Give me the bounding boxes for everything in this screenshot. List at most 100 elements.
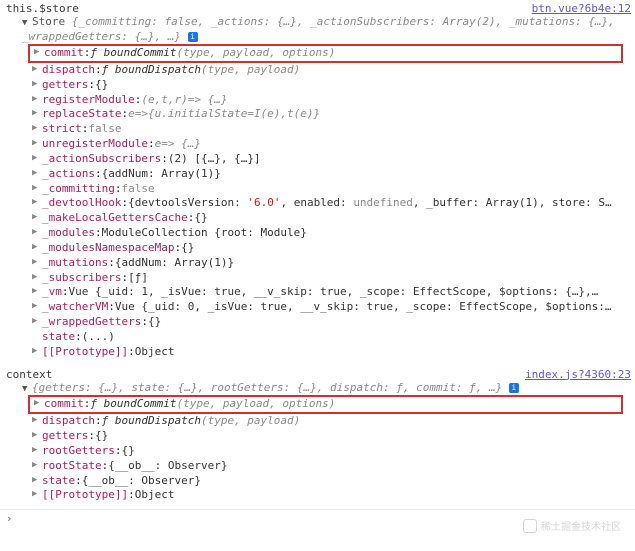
expand-icon[interactable]: ▶ [32,285,40,297]
collapse-icon[interactable]: ▼ [22,18,30,30]
summary-row[interactable]: ▼ Store {_committing: false, _actions: {… [4,15,631,44]
source-location[interactable]: index.js?4360:23 [525,368,631,381]
property-value: false [88,122,121,137]
expand-icon[interactable]: ▶ [32,152,40,164]
property-value: {addNum: Array(1)} [115,256,234,271]
property-key: _subscribers [42,271,121,286]
info-icon[interactable]: i [509,383,519,393]
property-value: {} [181,241,194,256]
property-value: {} [95,429,108,444]
expression: this.$store [4,2,79,15]
expand-icon[interactable]: ▶ [32,226,40,238]
expand-icon[interactable]: ▶ [32,444,40,456]
property-key: _modulesNamespaceMap [42,241,174,256]
property-value: {__ob__: Observer} [108,459,227,474]
property-row[interactable]: ▶_vm: Vue {_uid: 1, _isVue: true, __v_sk… [4,285,631,300]
property-row[interactable]: ▶commit: ƒ boundCommit(type, payload, op… [32,397,619,412]
expand-icon[interactable]: ▶ [32,345,40,357]
property-row[interactable]: ▶_mutations: {addNum: Array(1)} [4,256,631,271]
property-value: false [121,182,154,197]
property-row[interactable]: ▶_modules: ModuleCollection {root: Modul… [4,226,631,241]
expand-icon[interactable]: ▶ [32,78,40,90]
property-row[interactable]: ▶dispatch: ƒ boundDispatch(type, payload… [4,414,631,429]
expand-icon[interactable]: ▶ [32,414,40,426]
expand-icon[interactable]: ▶ [32,474,40,486]
property-row[interactable]: ▶strict: false [4,122,631,137]
property-row[interactable]: ▶getters: {} [4,78,631,93]
property-row[interactable]: ▶_actions: {addNum: Array(1)} [4,167,631,182]
property-row[interactable]: ▶registerModule: (e,t,r)=> {…} [4,93,631,108]
expand-icon[interactable]: ▶ [32,137,40,149]
property-key: getters [42,429,88,444]
property-key: registerModule [42,93,135,108]
property-row[interactable]: ▶_actionSubscribers: (2) [{…}, {…}] [4,152,631,167]
property-row[interactable]: state: (...) [4,330,631,345]
expand-icon[interactable]: ▶ [32,256,40,268]
property-key: replaceState [42,107,121,122]
property-value: {} [148,315,161,330]
property-key: rootState [42,459,102,474]
expand-icon[interactable]: ▶ [32,107,40,119]
property-value: (...) [82,330,115,345]
expand-icon[interactable]: ▶ [32,241,40,253]
property-row[interactable]: ▶[[Prototype]]: Object [4,488,631,503]
property-row[interactable]: ▶commit: ƒ boundCommit(type, payload, op… [32,46,619,61]
property-value: {} [194,211,207,226]
expand-icon[interactable]: ▶ [32,63,40,75]
property-value: {addNum: Array(1)} [102,167,221,182]
expand-icon[interactable]: ▶ [32,271,40,283]
property-row[interactable]: ▶_watcherVM: Vue {_uid: 0, _isVue: true,… [4,300,631,315]
property-row[interactable]: ▶[[Prototype]]: Object [4,345,631,360]
expand-icon[interactable]: ▶ [34,46,42,58]
property-key: state [42,330,75,345]
property-row[interactable]: ▶_modulesNamespaceMap: {} [4,241,631,256]
expand-icon[interactable]: ▶ [32,315,40,327]
property-key: _watcherVM [42,300,108,315]
property-row[interactable]: ▶_subscribers: [ƒ] [4,271,631,286]
property-row[interactable]: ▶dispatch: ƒ boundDispatch(type, payload… [4,63,631,78]
expand-icon[interactable]: ▶ [32,93,40,105]
property-row[interactable]: ▶_makeLocalGettersCache: {} [4,211,631,226]
summary-row[interactable]: ▼ {getters: {…}, state: {…}, rootGetters… [4,381,631,396]
info-icon[interactable]: i [188,32,198,42]
property-key: _actionSubscribers [42,152,161,167]
property-key: dispatch [42,414,95,429]
expand-icon[interactable]: ▶ [32,182,40,194]
expand-icon[interactable]: ▶ [34,397,42,409]
property-row[interactable]: ▶rootGetters: {} [4,444,631,459]
property-key: _wrappedGetters [42,315,141,330]
expand-icon[interactable]: ▶ [32,196,40,208]
expand-icon[interactable]: ▶ [32,300,40,312]
collapse-icon[interactable]: ▼ [22,384,30,396]
property-row[interactable]: ▶rootState: {__ob__: Observer} [4,459,631,474]
property-key: _vm [42,285,62,300]
expand-icon[interactable]: ▶ [32,167,40,179]
property-value: {devtoolsVersion: '6.0', enabled: undefi… [128,196,612,211]
log-block: contextindex.js?4360:23▼ {getters: {…}, … [0,366,635,510]
property-row[interactable]: ▶_committing: false [4,182,631,197]
property-value: ƒ boundDispatch [102,414,201,429]
property-value: ƒ boundDispatch [102,63,201,78]
source-location[interactable]: btn.vue?6b4e:12 [532,2,631,15]
property-row[interactable]: ▶unregisterModule: e=> {…} [4,137,631,152]
expand-icon[interactable]: ▶ [32,429,40,441]
expand-icon[interactable]: ▶ [32,459,40,471]
expand-icon[interactable]: ▶ [32,122,40,134]
property-row[interactable]: ▶replaceState: e=>{u.initialState=I(e),t… [4,107,631,122]
watermark: 稀土掘金技术社区 [523,518,621,533]
expand-icon[interactable]: ▶ [32,488,40,500]
property-row[interactable]: ▶state: {__ob__: Observer} [4,474,631,489]
property-key: [[Prototype]] [42,345,128,360]
log-block: this.$store btn.vue?6b4e:12▼ Store {_comm… [0,0,635,366]
property-key: rootGetters [42,444,115,459]
property-row[interactable]: ▶_wrappedGetters: {} [4,315,631,330]
property-row[interactable]: ▶getters: {} [4,429,631,444]
property-key: getters [42,78,88,93]
property-row[interactable]: ▶_devtoolHook: {devtoolsVersion: '6.0', … [4,196,631,211]
property-key: _actions [42,167,95,182]
property-value: ModuleCollection {root: Module} [102,226,307,241]
expand-icon[interactable]: ▶ [32,211,40,223]
highlighted-property: ▶commit: ƒ boundCommit(type, payload, op… [28,44,623,63]
watermark-icon [523,519,537,533]
property-value: Object [135,345,175,360]
